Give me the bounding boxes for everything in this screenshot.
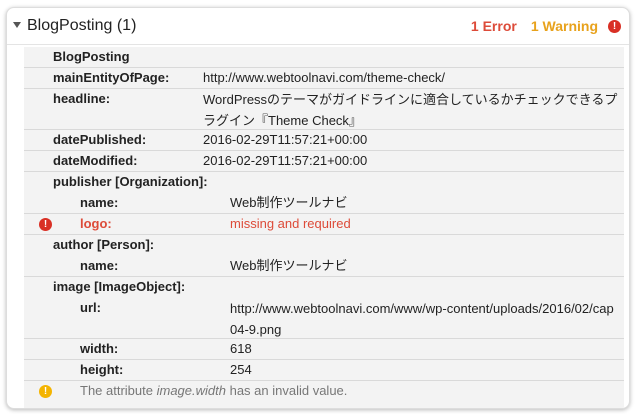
property-key: image [ImageObject]: [53, 279, 186, 294]
property-key: width: [80, 341, 119, 356]
error-exclamation-icon: ! [608, 19, 621, 33]
property-key: author [Person]: [53, 237, 155, 252]
property-key: mainEntityOfPage: [53, 70, 170, 85]
property-row-image: image [ImageObject]: [24, 277, 624, 298]
property-key: url: [80, 300, 101, 315]
property-row-date-modified: dateModified: 2016-02-29T11:57:21+00:00 [24, 151, 624, 172]
property-row-main-entity: mainEntityOfPage: http://www.webtoolnavi… [24, 68, 624, 89]
property-key: logo: [80, 216, 112, 231]
warning-exclamation-icon: ! [39, 385, 52, 398]
error-count[interactable]: 1 Error [471, 18, 517, 34]
type-row: BlogPosting [24, 47, 624, 68]
warning-suffix: has an invalid value. [225, 383, 348, 398]
type-label: BlogPosting [53, 49, 130, 64]
item-header[interactable]: BlogPosting (1) 1 Error 1 Warning ! [7, 8, 629, 45]
property-value: Web制作ツールナビ [230, 195, 348, 210]
property-row-date-published: datePublished: 2016-02-29T11:57:21+00:00 [24, 130, 624, 151]
property-row-image-url: url: http://www.webtoolnavi.com/www/wp-c… [24, 298, 624, 339]
warning-count[interactable]: 1 Warning [531, 18, 598, 34]
property-row-author: author [Person]: [24, 235, 624, 256]
property-value: http://www.webtoolnavi.com/www/wp-conten… [230, 301, 614, 337]
property-row-author-name: name: Web制作ツールナビ [24, 256, 624, 277]
property-key: dateModified: [53, 153, 138, 168]
property-value: 2016-02-29T11:57:21+00:00 [203, 153, 368, 168]
property-row-publisher-name: name: Web制作ツールナビ [24, 193, 624, 214]
issue-summary: 1 Error 1 Warning ! [471, 17, 621, 35]
property-row-headline: headline: WordPressのテーマがガイドラインに適合しているかチェ… [24, 89, 624, 130]
collapse-triangle-icon[interactable] [13, 22, 21, 28]
property-row-image-width: width: 618 [24, 339, 624, 360]
warning-prefix: The attribute [80, 383, 157, 398]
item-title[interactable]: BlogPosting (1) [27, 17, 136, 35]
property-key: name: [80, 195, 119, 210]
property-key: datePublished: [53, 132, 147, 147]
property-value: Web制作ツールナビ [230, 258, 348, 273]
properties-panel: BlogPosting mainEntityOfPage: http://www… [24, 47, 624, 408]
property-value: 618 [230, 341, 252, 356]
item-card: BlogPosting (1) 1 Error 1 Warning ! Blog… [6, 7, 630, 409]
property-row-publisher: publisher [Organization]: [24, 172, 624, 193]
property-row-image-height: height: 254 [24, 360, 624, 381]
warning-attribute: image.width [156, 383, 226, 398]
property-row-publisher-logo: ! logo: missing and required [24, 214, 624, 235]
warning-row: ! The attribute image.width has an inval… [24, 381, 624, 402]
property-key: publisher [Organization]: [53, 174, 208, 189]
error-message: missing and required [230, 216, 351, 231]
property-value: http://www.webtoolnavi.com/theme-check/ [203, 70, 446, 85]
warning-message: The attribute image.width has an invalid… [80, 381, 347, 401]
property-key: name: [80, 258, 119, 273]
property-key: headline: [53, 91, 111, 106]
property-value: 254 [230, 362, 252, 377]
error-exclamation-icon: ! [39, 218, 52, 231]
property-key: height: [80, 362, 124, 377]
property-value: 2016-02-29T11:57:21+00:00 [203, 132, 368, 147]
property-value: WordPressのテーマがガイドラインに適合しているかチェックできるプラグイン… [203, 92, 618, 128]
